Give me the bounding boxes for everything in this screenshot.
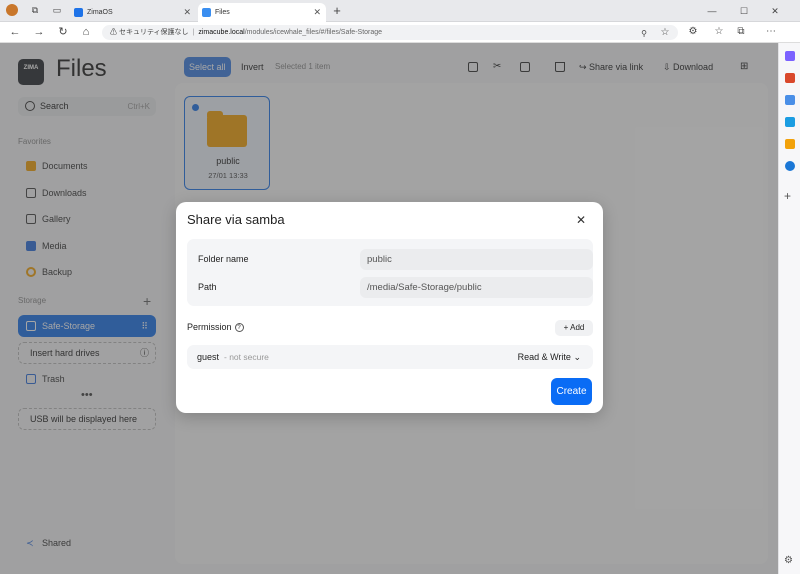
permission-row: guest - not secure Read & Write ⌄ xyxy=(187,345,593,369)
user-name: guest xyxy=(197,352,220,362)
home-icon[interactable]: ⌂ xyxy=(79,25,93,39)
browser-side-panel: + ⚙ xyxy=(778,43,800,574)
bing-icon[interactable] xyxy=(785,161,795,171)
reload-icon[interactable]: ↻ xyxy=(56,25,70,39)
settings-gear-icon[interactable]: ⚙ xyxy=(784,555,793,566)
help-icon[interactable]: ? xyxy=(234,323,244,333)
tools-icon[interactable] xyxy=(785,95,795,105)
create-button[interactable]: Create xyxy=(551,378,592,405)
tab-actions-icon[interactable]: ▭ xyxy=(50,3,64,17)
access-select[interactable]: Read & Write ⌄ xyxy=(518,345,581,369)
permission-label: Permission? xyxy=(187,322,244,333)
shopping-icon[interactable] xyxy=(785,73,795,83)
maximize-icon[interactable]: ☐ xyxy=(737,4,751,18)
games-icon[interactable] xyxy=(785,139,795,149)
address-bar-row: ← → ↻ ⌂ ⚠ セキュリティ保護なし | zimacube.local/modu… xyxy=(0,22,800,43)
browser-tab-bar: ⧉ ▭ ZimaOS ✕ Files ✕ + — ☐ ✕ xyxy=(0,0,800,22)
close-tab-icon[interactable]: ✕ xyxy=(313,3,321,22)
chevron-down-icon: ⌄ xyxy=(573,352,581,362)
path-label: Path xyxy=(198,282,217,292)
favorite-star-icon[interactable]: ☆ xyxy=(658,26,672,40)
url-field[interactable]: ⚠ セキュリティ保護なし | zimacube.local/modules/icew… xyxy=(102,25,678,40)
profile-avatar-icon[interactable] xyxy=(6,4,18,16)
favorites-icon[interactable]: ☆ xyxy=(712,25,726,39)
minimize-icon[interactable]: — xyxy=(705,4,719,18)
close-tab-icon[interactable]: ✕ xyxy=(183,3,191,22)
tab-files[interactable]: Files ✕ xyxy=(198,3,326,22)
close-icon[interactable]: ✕ xyxy=(576,213,586,227)
add-user-button[interactable]: + Add xyxy=(555,320,593,336)
files-favicon-icon xyxy=(202,8,211,17)
workspaces-icon[interactable]: ⧉ xyxy=(28,3,42,17)
add-panel-icon[interactable]: + xyxy=(784,189,791,203)
warning-icon: ⚠ xyxy=(110,29,117,36)
folder-name-field[interactable]: public xyxy=(360,249,593,270)
forward-icon[interactable]: → xyxy=(32,25,46,39)
outlook-icon[interactable] xyxy=(785,117,795,127)
copilot-icon[interactable] xyxy=(785,51,795,61)
collections-icon[interactable]: ⧉ xyxy=(734,25,748,39)
dialog-title: Share via samba xyxy=(187,212,285,227)
back-icon[interactable]: ← xyxy=(8,25,22,39)
zimaos-favicon-icon xyxy=(74,8,83,17)
folder-name-label: Folder name xyxy=(198,254,249,264)
user-note: - not secure xyxy=(224,352,269,362)
share-via-samba-dialog: Share via samba ✕ Folder name public Pat… xyxy=(176,202,603,413)
close-window-icon[interactable]: ✕ xyxy=(768,4,782,18)
extensions-icon[interactable]: ⚙ xyxy=(686,25,700,39)
app-available-icon[interactable]: ⚲ xyxy=(637,27,651,41)
share-info: Folder name public Path /media/Safe-Stor… xyxy=(187,239,593,306)
tab-zimaos[interactable]: ZimaOS ✕ xyxy=(70,3,196,22)
more-options-icon[interactable]: ⋯ xyxy=(764,25,778,39)
path-field[interactable]: /media/Safe-Storage/public xyxy=(360,277,593,298)
new-tab-icon[interactable]: + xyxy=(330,4,344,18)
